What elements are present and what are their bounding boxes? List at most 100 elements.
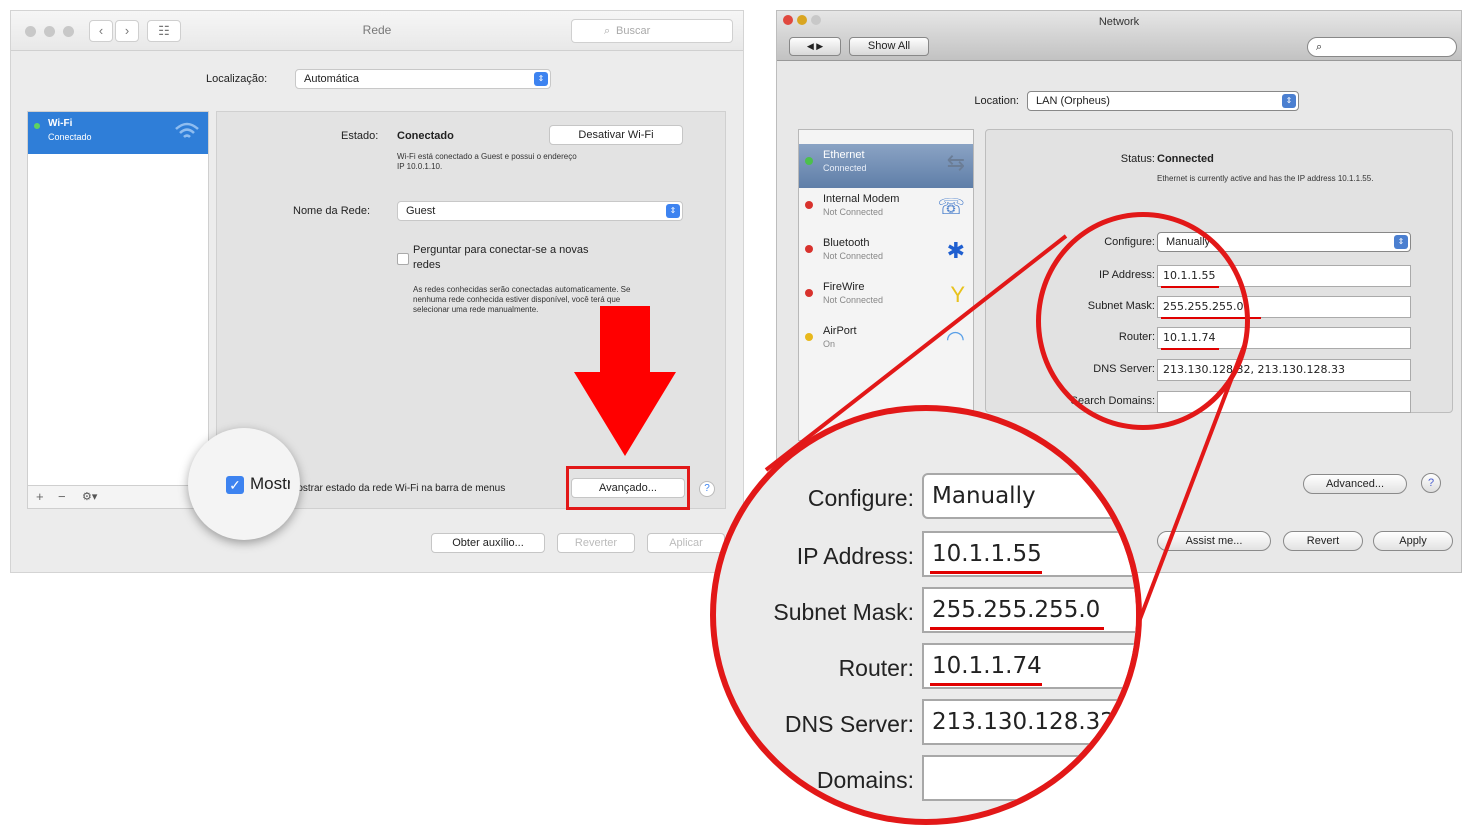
location-label: Localização: — [206, 73, 268, 85]
location-value: LAN (Orpheus) — [1036, 95, 1110, 107]
service-item-airport[interactable]: AirPort On ◠ — [799, 320, 973, 364]
apply-button[interactable]: Apply — [1373, 531, 1453, 551]
search-field[interactable]: ⌕ — [1307, 37, 1457, 57]
zoom-domains-label: Domains: — [816, 767, 914, 793]
service-item-firewire[interactable]: FireWire Not Connected Y — [799, 276, 973, 320]
ethernet-icon: ⇆ — [946, 150, 965, 175]
show-all-button[interactable]: Show All — [849, 37, 929, 56]
ask-join-label: Perguntar para conectar-se a novas redes — [413, 244, 589, 271]
ask-join-checkbox[interactable] — [397, 253, 409, 265]
firewire-icon: Y — [950, 282, 965, 307]
network-preferences-window-pt: ‹ › ☷ Rede ⌕ Buscar Localização: Automát… — [10, 10, 744, 573]
location-popup[interactable]: LAN (Orpheus) ⇕ — [1027, 91, 1299, 111]
advanced-highlight-box — [566, 466, 690, 510]
service-name: AirPort — [823, 325, 857, 337]
zoom-subnet-label: Subnet Mask: — [773, 599, 914, 625]
zoom-ip-label: IP Address: — [796, 543, 914, 569]
search-placeholder: Buscar — [616, 25, 651, 37]
status-dot — [805, 289, 813, 297]
fields-highlight-circle — [1036, 212, 1250, 430]
assist-button[interactable]: Assist me... — [1157, 531, 1271, 551]
checkbox-magnifier: ✓ Mostrar estado da rede Wi-Fi na barra … — [188, 428, 300, 540]
search-icon: ⌕ — [604, 25, 611, 37]
status-value: Connected — [1157, 153, 1214, 165]
zoom-ip-underline — [930, 571, 1042, 574]
service-item-bluetooth[interactable]: Bluetooth Not Connected ✱ — [799, 232, 973, 276]
wifi-icon — [175, 122, 199, 138]
service-status: Conectado — [48, 132, 92, 142]
status-label: Status: — [1120, 153, 1155, 165]
status-description: Wi-Fi está conectado a Guest e possui o … — [397, 152, 577, 171]
advanced-button[interactable]: Advanced... — [1303, 474, 1407, 494]
popup-arrows-icon: ⇕ — [534, 72, 548, 86]
service-status: Not Connected — [823, 295, 884, 305]
service-name: Wi-Fi — [48, 118, 73, 129]
revert-button[interactable]: Reverter — [557, 533, 635, 553]
status-dot — [805, 333, 813, 341]
network-name-label: Nome da Rede: — [293, 205, 371, 217]
bluetooth-icon: ✱ — [946, 238, 965, 263]
popup-arrows-icon: ⇕ — [666, 204, 680, 218]
service-status: Connected — [823, 163, 867, 173]
service-item-wifi[interactable]: Wi-Fi Conectado — [28, 112, 208, 154]
search-field[interactable]: ⌕ Buscar — [571, 19, 733, 43]
zoom-configure-popup: Manually — [922, 473, 1136, 519]
revert-button[interactable]: Revert — [1283, 531, 1363, 551]
gear-icon[interactable]: ⚙▾ — [82, 490, 97, 503]
location-popup[interactable]: Automática ⇕ — [295, 69, 551, 89]
network-name-popup[interactable]: Guest ⇕ — [397, 201, 683, 221]
zoom-dns-label: DNS Server: — [784, 711, 914, 737]
magnified-label: Mostrar estado da rede Wi-Fi na barra de… — [250, 474, 290, 494]
show-wifi-status-checkbox[interactable]: ✓ — [226, 476, 244, 494]
apply-button[interactable]: Aplicar — [647, 533, 725, 553]
zoom-configure-value: Manually — [932, 483, 1036, 509]
zoom-domains-field — [922, 755, 1136, 801]
service-status: Not Connected — [823, 251, 884, 261]
status-label: Estado: — [341, 130, 379, 142]
zoom-configure-label: Configure: — [807, 485, 914, 511]
magnified-fields-circle: Configure: Manually IP Address: 10.1.1.5… — [710, 405, 1142, 825]
status-dot — [805, 157, 813, 165]
remove-service-button[interactable]: − — [58, 489, 66, 504]
zoom-router-label: Router: — [838, 655, 914, 681]
status-dot — [34, 123, 40, 129]
show-wifi-status-label: Mostrar estado da rede Wi-Fi na barra de… — [289, 483, 506, 494]
service-name: Bluetooth — [823, 237, 870, 249]
service-status: On — [823, 339, 836, 349]
show-wifi-status-label-tail: Mostrar estado da rede Wi-Fi na barra de… — [289, 483, 505, 494]
service-list-toolbar: + − ⚙▾ — [27, 485, 209, 509]
service-name: Ethernet — [823, 149, 865, 161]
help-button[interactable]: ? — [699, 481, 715, 497]
status-description: Ethernet is currently active and has the… — [1157, 174, 1374, 183]
window-title: Network — [1098, 16, 1140, 28]
service-item-internal-modem[interactable]: Internal Modem Not Connected ☏ — [799, 188, 973, 232]
service-list: Wi-Fi Conectado — [27, 111, 209, 509]
title-bar: ‹ › ☷ Rede ⌕ Buscar — [11, 11, 743, 51]
status-value: Conectado — [397, 130, 454, 142]
service-name: FireWire — [823, 281, 865, 293]
service-item-ethernet[interactable]: Ethernet Connected ⇆ — [799, 144, 973, 188]
search-icon: ⌕ — [1316, 41, 1323, 53]
popup-arrows-icon: ⇕ — [1394, 235, 1408, 249]
zoom-dns-field: 213.130.128.32 — [922, 699, 1136, 745]
assist-button[interactable]: Obter auxílio... — [431, 533, 545, 553]
title-bar: Network ◀ ▶ Show All ⌕ — [777, 11, 1461, 61]
status-dot — [805, 201, 813, 209]
phone-icon: ☏ — [937, 194, 965, 219]
service-status: Not Connected — [823, 207, 884, 217]
help-button[interactable]: ? — [1421, 473, 1441, 493]
popup-arrows-icon: ⇕ — [1282, 94, 1296, 108]
service-list: Ethernet Connected ⇆ Internal Modem Not Conn… — [798, 129, 974, 441]
status-dot — [805, 245, 813, 253]
zoom-subnet-underline — [930, 627, 1104, 630]
magnified-label-text: Mostrar estado da rede Wi-Fi na barra de… — [250, 474, 290, 493]
add-service-button[interactable]: + — [36, 489, 44, 504]
network-name-value: Guest — [406, 205, 436, 217]
back-forward-buttons[interactable]: ◀ ▶ — [789, 37, 841, 56]
airport-icon: ◠ — [945, 326, 965, 351]
turn-off-wifi-button[interactable]: Desativar Wi-Fi — [549, 125, 683, 145]
zoom-router-underline — [930, 683, 1042, 686]
service-name: Internal Modem — [823, 193, 900, 205]
location-label: Location: — [974, 95, 1019, 107]
location-value: Automática — [304, 73, 360, 85]
